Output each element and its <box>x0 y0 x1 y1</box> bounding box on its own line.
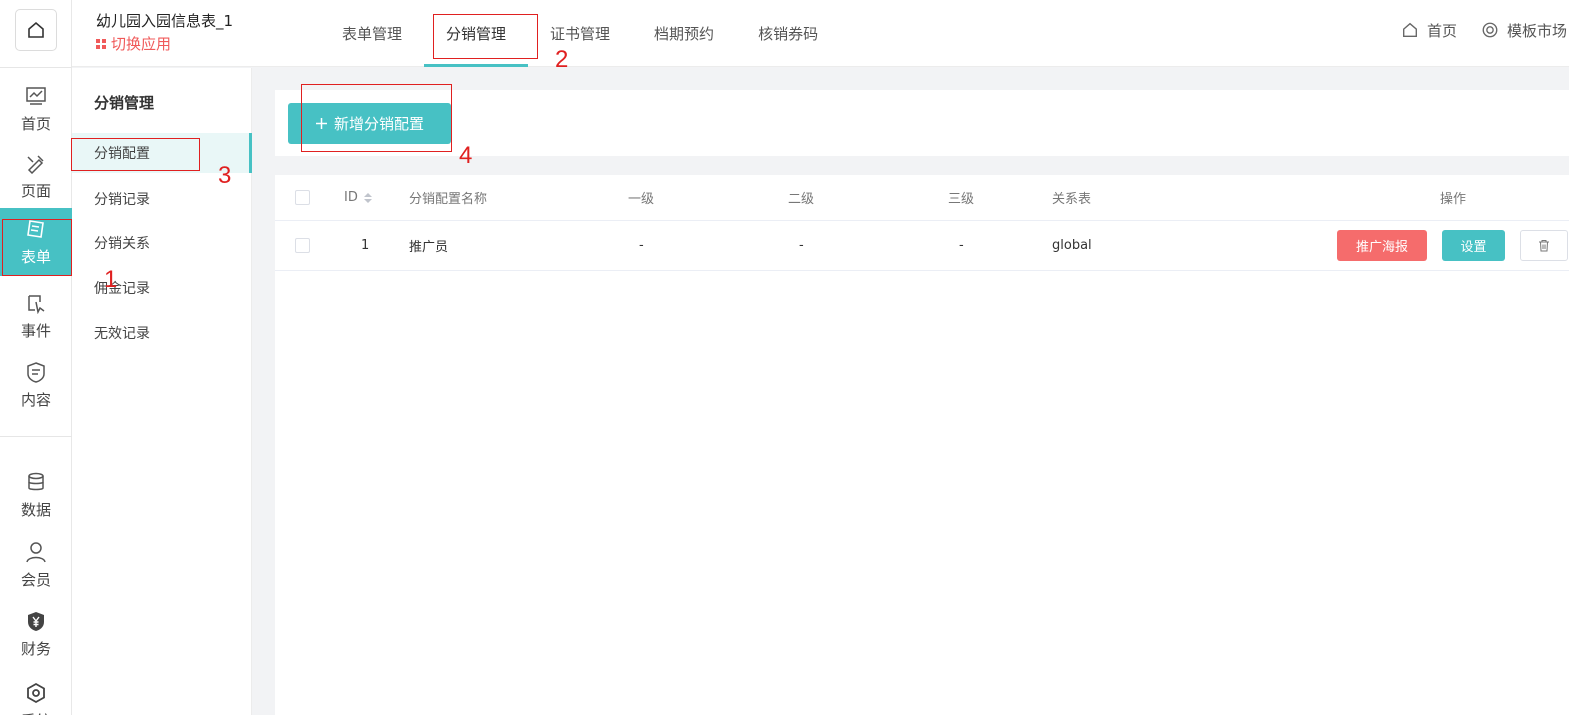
button-label: 设置 <box>1460 240 1487 255</box>
sub-sidebar-title: 分销管理 <box>94 94 155 112</box>
rail-item-label: 系统 <box>21 710 51 715</box>
brush-icon <box>27 154 44 174</box>
tab-label: 表单管理 <box>342 25 403 43</box>
rail-divider <box>0 436 72 437</box>
rail-item-label: 页面 <box>20 181 51 200</box>
rail-item-page[interactable]: 页面 <box>0 150 72 202</box>
annotation-number-4: 4 <box>459 142 473 169</box>
home-link-label: 首页 <box>1426 21 1457 40</box>
subnav-item-label: 分销记录 <box>94 192 150 208</box>
rail-item-label: 内容 <box>20 390 51 409</box>
rail-item-label: 首页 <box>20 114 51 133</box>
cell-relation: global <box>1052 238 1092 253</box>
settings-hex-icon <box>27 682 45 704</box>
annotation-box-1 <box>2 219 72 276</box>
column-header-name: 分销配置名称 <box>409 192 488 207</box>
yen-shield-icon <box>28 611 44 631</box>
app-root: 首页 页面 表单 事件 内容 数据 会员 财务 幼儿园入园信息表_1 切换应用 … <box>0 0 1569 715</box>
rail-item-content[interactable]: 内容 <box>0 356 72 414</box>
lifebuoy-icon <box>1482 22 1498 38</box>
subnav-item-invalid-records[interactable]: 无效记录 <box>72 313 252 353</box>
annotation-box-2 <box>433 14 538 59</box>
rail-item-home[interactable]: 首页 <box>0 84 72 134</box>
template-market-label: 模板市场 <box>1507 21 1568 40</box>
rail-item-event[interactable]: 事件 <box>0 288 72 344</box>
tab-label: 核销券码 <box>758 25 819 43</box>
settings-button[interactable]: 设置 <box>1442 230 1505 261</box>
app-title: 幼儿园入园信息表_1 <box>96 12 234 30</box>
rail-item-member[interactable]: 会员 <box>0 536 72 594</box>
icon-rail: 首页 页面 表单 事件 内容 数据 会员 财务 <box>0 0 72 715</box>
row-select-cell <box>295 221 310 270</box>
event-icon <box>28 294 45 314</box>
annotation-number-2: 2 <box>555 46 569 73</box>
dashboard-icon <box>26 86 46 105</box>
cell-level1: - <box>639 238 644 253</box>
table-header: ID 分销配置名称 一级 二级 三级 关系表 操作 <box>275 175 1569 221</box>
annotation-number-1: 1 <box>104 266 118 293</box>
switch-app-label: 切换应用 <box>111 35 172 53</box>
top-header: 幼儿园入园信息表_1 切换应用 表单管理 分销管理 证书管理 档期预约 核销券码… <box>72 0 1569 67</box>
grid-icon <box>96 38 106 49</box>
tab-certificate-management[interactable]: 证书管理 <box>528 0 632 67</box>
cell-id: 1 <box>361 238 370 253</box>
column-header-actions: 操作 <box>1440 192 1467 207</box>
subnav-item-commission-records[interactable]: 佣金记录 <box>72 268 252 308</box>
rail-item-label: 财务 <box>20 639 51 658</box>
promo-poster-button[interactable]: 推广海报 <box>1337 230 1427 261</box>
select-all-checkbox[interactable] <box>295 190 310 205</box>
column-header-level1: 一级 <box>628 192 655 207</box>
row-checkbox[interactable] <box>295 238 310 253</box>
cell-level2: - <box>799 238 804 253</box>
tab-label: 证书管理 <box>550 25 611 43</box>
distribution-config-table: ID 分销配置名称 一级 二级 三级 关系表 操作 1 推广员 - - - gl… <box>275 175 1569 715</box>
rail-item-label: 会员 <box>20 570 51 589</box>
rail-item-finance[interactable]: 财务 <box>0 606 72 662</box>
column-header-relation: 关系表 <box>1052 192 1092 207</box>
column-header-level3: 三级 <box>948 192 975 207</box>
top-tabs: 表单管理 分销管理 证书管理 档期预约 核销券码 <box>320 0 840 67</box>
home-button[interactable] <box>15 9 57 51</box>
button-label: 推广海报 <box>1355 240 1408 255</box>
subnav-item-label: 无效记录 <box>94 326 150 342</box>
column-header-id[interactable]: ID <box>344 175 372 220</box>
sort-icon <box>363 192 372 203</box>
select-all-cell <box>295 175 310 220</box>
trash-icon <box>1539 240 1549 252</box>
cell-name: 推广员 <box>409 240 449 255</box>
delete-button[interactable] <box>1520 230 1568 261</box>
cell-actions: 推广海报 设置 <box>1337 221 1568 270</box>
rail-item-system[interactable]: 系统 <box>0 676 72 715</box>
column-header-level2: 二级 <box>788 192 815 207</box>
column-label: ID <box>344 190 358 205</box>
home-link[interactable]: 首页 <box>1401 20 1457 41</box>
top-right-links: 首页 模板市场 <box>1401 0 1569 60</box>
rail-divider <box>0 67 72 68</box>
tab-schedule-booking[interactable]: 档期预约 <box>632 0 736 67</box>
annotation-box-4 <box>301 84 452 152</box>
switch-app-link[interactable]: 切换应用 <box>96 33 171 54</box>
template-market-link[interactable]: 模板市场 <box>1481 20 1569 41</box>
rail-item-data[interactable]: 数据 <box>0 466 72 524</box>
annotation-number-3: 3 <box>218 162 232 189</box>
tab-verify-coupon[interactable]: 核销券码 <box>736 0 840 67</box>
tab-form-management[interactable]: 表单管理 <box>320 0 424 67</box>
house-icon <box>28 21 44 38</box>
subnav-item-distribution-relations[interactable]: 分销关系 <box>72 223 252 263</box>
content-icon <box>27 361 45 383</box>
tab-label: 档期预约 <box>654 25 715 43</box>
house-icon <box>1403 22 1417 37</box>
rail-item-label: 事件 <box>20 321 51 340</box>
subnav-item-label: 分销关系 <box>94 236 150 252</box>
rail-item-label: 数据 <box>20 500 51 519</box>
annotation-box-3 <box>71 138 200 171</box>
database-icon <box>28 472 44 490</box>
cell-level3: - <box>959 238 964 253</box>
table-row: 1 推广员 - - - global 推广海报 设置 <box>275 221 1569 271</box>
user-icon <box>26 541 46 562</box>
subnav-item-label: 佣金记录 <box>94 281 150 297</box>
